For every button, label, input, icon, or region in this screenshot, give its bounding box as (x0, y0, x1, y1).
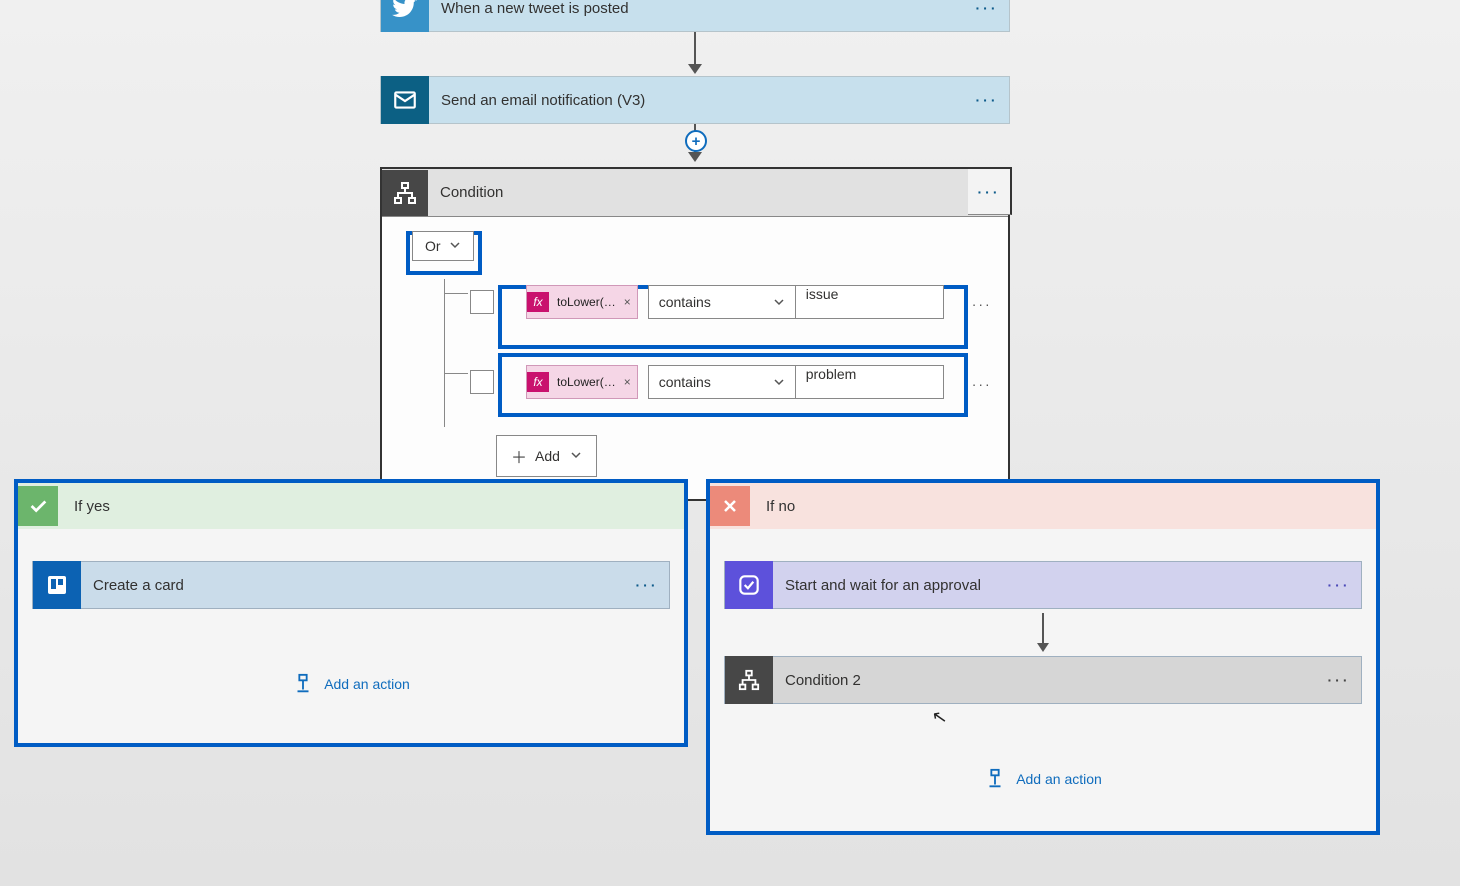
condition2-action[interactable]: Condition 2 ··· (724, 656, 1362, 704)
close-icon (710, 486, 750, 526)
trigger-title: When a new tweet is posted (429, 0, 965, 17)
operator-dropdown[interactable]: contains (648, 285, 796, 319)
expression-token[interactable]: fx toLower(… × (526, 285, 638, 319)
trigger-menu[interactable]: ··· (965, 0, 1009, 16)
condition-row: fx toLower(… × contains issue ··· (432, 279, 978, 325)
condition-icon (725, 656, 773, 704)
operator-dropdown[interactable]: contains (648, 365, 796, 399)
condition-icon (382, 170, 428, 216)
condition-row: fx toLower(… × contains problem ··· (432, 359, 978, 405)
action-menu[interactable]: ··· (1317, 672, 1361, 688)
chevron-down-icon (570, 448, 582, 464)
check-icon (18, 486, 58, 526)
remove-token-button[interactable]: × (624, 375, 631, 389)
branch-title: If yes (74, 498, 110, 515)
tree-line (444, 373, 468, 374)
tree-line (444, 293, 468, 294)
create-card-action[interactable]: Create a card ··· (32, 561, 670, 609)
add-action-button[interactable]: Add an action (724, 768, 1362, 790)
row-checkbox[interactable] (470, 370, 494, 394)
flow-arrow (724, 613, 1362, 652)
approval-icon (725, 561, 773, 609)
value-input[interactable]: issue (796, 285, 944, 319)
flow-arrow (688, 32, 702, 74)
action-menu[interactable]: ··· (625, 577, 669, 593)
condition-menu[interactable]: ··· (968, 167, 1012, 215)
condition-title: Condition (428, 184, 1008, 201)
add-label: Add (535, 448, 560, 464)
approval-action[interactable]: Start and wait for an approval ··· (724, 561, 1362, 609)
branch-header: If no (710, 483, 1376, 529)
operator-label: contains (659, 294, 711, 310)
value-input[interactable]: problem (796, 365, 944, 399)
email-card[interactable]: Send an email notification (V3) ··· (380, 76, 1010, 124)
if-yes-branch: If yes Create a card ··· Add an action (14, 479, 688, 747)
branch-header: If yes (18, 483, 684, 529)
action-title: Condition 2 (773, 672, 1317, 689)
email-menu[interactable]: ··· (965, 92, 1009, 108)
trello-icon (33, 561, 81, 609)
action-menu[interactable]: ··· (1317, 577, 1361, 593)
fx-icon: fx (527, 292, 549, 312)
add-action-icon (984, 768, 1006, 790)
trigger-card[interactable]: When a new tweet is posted ··· (380, 0, 1010, 32)
fx-icon: fx (527, 372, 549, 392)
value-text: issue (806, 286, 839, 302)
add-action-button[interactable]: Add an action (32, 673, 670, 695)
if-no-branch: If no Start and wait for an approval ···… (706, 479, 1380, 835)
condition-header[interactable]: Condition (382, 169, 1008, 217)
add-action-icon (292, 673, 314, 695)
remove-token-button[interactable]: × (624, 295, 631, 309)
chevron-down-icon (773, 296, 785, 308)
row-checkbox[interactable] (470, 290, 494, 314)
expression-text: toLower(… (557, 295, 616, 309)
expression-text: toLower(… (557, 375, 616, 389)
twitter-icon (381, 0, 429, 32)
mail-icon (381, 76, 429, 124)
condition-card: Condition Or fx (380, 167, 1010, 501)
chevron-down-icon (773, 376, 785, 388)
branch-title: If no (766, 498, 795, 515)
add-action-label: Add an action (324, 676, 410, 692)
row-menu[interactable]: ··· (972, 296, 992, 312)
group-operator-dropdown[interactable]: Or (412, 231, 474, 261)
add-action-label: Add an action (1016, 771, 1102, 787)
chevron-down-icon (449, 238, 461, 254)
operator-label: contains (659, 374, 711, 390)
email-title: Send an email notification (V3) (429, 92, 965, 109)
expression-token[interactable]: fx toLower(… × (526, 365, 638, 399)
insert-step-button[interactable]: + (685, 130, 707, 152)
action-title: Start and wait for an approval (773, 577, 1317, 594)
group-operator-label: Or (425, 238, 441, 254)
value-text: problem (806, 366, 857, 382)
row-menu[interactable]: ··· (972, 376, 992, 392)
plus-icon: ＋ (511, 444, 527, 468)
action-title: Create a card (81, 577, 625, 594)
add-row-button[interactable]: ＋ Add (496, 435, 597, 477)
